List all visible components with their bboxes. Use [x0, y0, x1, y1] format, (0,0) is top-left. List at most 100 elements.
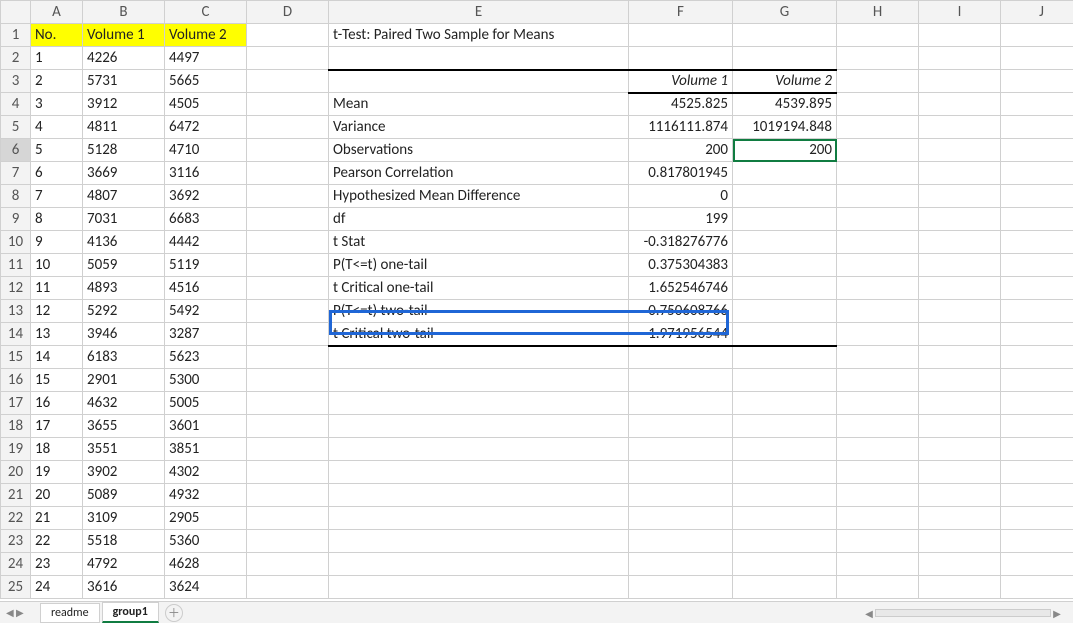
cell-C14[interactable]: 3287 [165, 323, 247, 346]
cell-H17[interactable] [837, 392, 919, 415]
cell-C8[interactable]: 3692 [165, 185, 247, 208]
cell-G2[interactable] [733, 47, 837, 70]
cell-I5[interactable] [919, 116, 1001, 139]
cell-D20[interactable] [247, 461, 329, 484]
row-header-12[interactable]: 12 [1, 277, 31, 300]
select-all-corner[interactable] [1, 1, 31, 24]
cell-J3[interactable] [1001, 70, 1073, 93]
cell-E3[interactable] [329, 70, 629, 93]
cell-E8[interactable]: Hypothesized Mean Difference [329, 185, 629, 208]
row-4[interactable]: 4339124505Mean4525.8254539.895 [1, 93, 1073, 116]
cell-A11[interactable]: 10 [31, 254, 83, 277]
cell-F21[interactable] [629, 484, 733, 507]
cell-A6[interactable]: 5 [31, 139, 83, 162]
cell-A8[interactable]: 7 [31, 185, 83, 208]
cell-I12[interactable] [919, 277, 1001, 300]
scroll-track[interactable] [875, 609, 1051, 617]
cell-I11[interactable] [919, 254, 1001, 277]
cell-J21[interactable] [1001, 484, 1073, 507]
row-14[interactable]: 141339463287t Critical two-tail1.9719565… [1, 323, 1073, 346]
cell-C20[interactable]: 4302 [165, 461, 247, 484]
scroll-left-icon[interactable]: ◀ [863, 607, 875, 620]
cell-J14[interactable] [1001, 323, 1073, 346]
cell-D25[interactable] [247, 576, 329, 599]
cell-D5[interactable] [247, 116, 329, 139]
cell-A17[interactable]: 16 [31, 392, 83, 415]
cell-I21[interactable] [919, 484, 1001, 507]
cell-D2[interactable] [247, 47, 329, 70]
row-3[interactable]: 3257315665Volume 1Volume 2 [1, 70, 1073, 93]
cell-E5[interactable]: Variance [329, 116, 629, 139]
row-11[interactable]: 111050595119P(T<=t) one-tail0.375304383 [1, 254, 1073, 277]
cell-F14[interactable]: 1.971956544 [629, 323, 733, 346]
cell-A5[interactable]: 4 [31, 116, 83, 139]
cell-H14[interactable] [837, 323, 919, 346]
cell-J17[interactable] [1001, 392, 1073, 415]
row-7[interactable]: 7636693116Pearson Correlation0.817801945 [1, 162, 1073, 185]
cell-D17[interactable] [247, 392, 329, 415]
cell-B8[interactable]: 4807 [83, 185, 165, 208]
cell-B18[interactable]: 3655 [83, 415, 165, 438]
cell-B17[interactable]: 4632 [83, 392, 165, 415]
cell-E19[interactable] [329, 438, 629, 461]
cell-I23[interactable] [919, 530, 1001, 553]
row-header-22[interactable]: 22 [1, 507, 31, 530]
cell-G16[interactable] [733, 369, 837, 392]
row-header-15[interactable]: 15 [1, 346, 31, 369]
cell-D8[interactable] [247, 185, 329, 208]
col-header-G[interactable]: G [733, 1, 837, 24]
cell-I8[interactable] [919, 185, 1001, 208]
cell-J9[interactable] [1001, 208, 1073, 231]
cell-C17[interactable]: 5005 [165, 392, 247, 415]
cell-C10[interactable]: 4442 [165, 231, 247, 254]
cell-J10[interactable] [1001, 231, 1073, 254]
cell-F11[interactable]: 0.375304383 [629, 254, 733, 277]
cell-F16[interactable] [629, 369, 733, 392]
cell-A1[interactable]: No. [31, 24, 83, 47]
horizontal-scrollbar[interactable]: ◀ ▶ [863, 606, 1063, 620]
row-23[interactable]: 232255185360 [1, 530, 1073, 553]
cell-A7[interactable]: 6 [31, 162, 83, 185]
cell-G6[interactable]: 200 [733, 139, 837, 162]
cell-C7[interactable]: 3116 [165, 162, 247, 185]
cell-F13[interactable]: 0.750608766 [629, 300, 733, 323]
cell-G14[interactable] [733, 323, 837, 346]
cell-H7[interactable] [837, 162, 919, 185]
cell-G13[interactable] [733, 300, 837, 323]
cell-I3[interactable] [919, 70, 1001, 93]
cell-C24[interactable]: 4628 [165, 553, 247, 576]
cell-D16[interactable] [247, 369, 329, 392]
cell-D10[interactable] [247, 231, 329, 254]
cell-G18[interactable] [733, 415, 837, 438]
cell-J5[interactable] [1001, 116, 1073, 139]
row-15[interactable]: 151461835623 [1, 346, 1073, 369]
row-header-18[interactable]: 18 [1, 415, 31, 438]
cell-D24[interactable] [247, 553, 329, 576]
cell-C22[interactable]: 2905 [165, 507, 247, 530]
cell-D7[interactable] [247, 162, 329, 185]
cell-E15[interactable] [329, 346, 629, 369]
sheet-tab-group1[interactable]: group1 [102, 602, 159, 623]
cell-D18[interactable] [247, 415, 329, 438]
cell-C19[interactable]: 3851 [165, 438, 247, 461]
cell-A20[interactable]: 19 [31, 461, 83, 484]
cell-J7[interactable] [1001, 162, 1073, 185]
row-header-10[interactable]: 10 [1, 231, 31, 254]
cell-A13[interactable]: 12 [31, 300, 83, 323]
cell-C15[interactable]: 5623 [165, 346, 247, 369]
cell-B11[interactable]: 5059 [83, 254, 165, 277]
cell-F19[interactable] [629, 438, 733, 461]
cell-F6[interactable]: 200 [629, 139, 733, 162]
cell-G3[interactable]: Volume 2 [733, 70, 837, 93]
cell-J11[interactable] [1001, 254, 1073, 277]
cell-A10[interactable]: 9 [31, 231, 83, 254]
cell-G1[interactable] [733, 24, 837, 47]
cell-J20[interactable] [1001, 461, 1073, 484]
cell-E22[interactable] [329, 507, 629, 530]
cell-I19[interactable] [919, 438, 1001, 461]
cell-F10[interactable]: -0.318276776 [629, 231, 733, 254]
cell-A3[interactable]: 2 [31, 70, 83, 93]
cell-C23[interactable]: 5360 [165, 530, 247, 553]
cell-F23[interactable] [629, 530, 733, 553]
cell-I24[interactable] [919, 553, 1001, 576]
